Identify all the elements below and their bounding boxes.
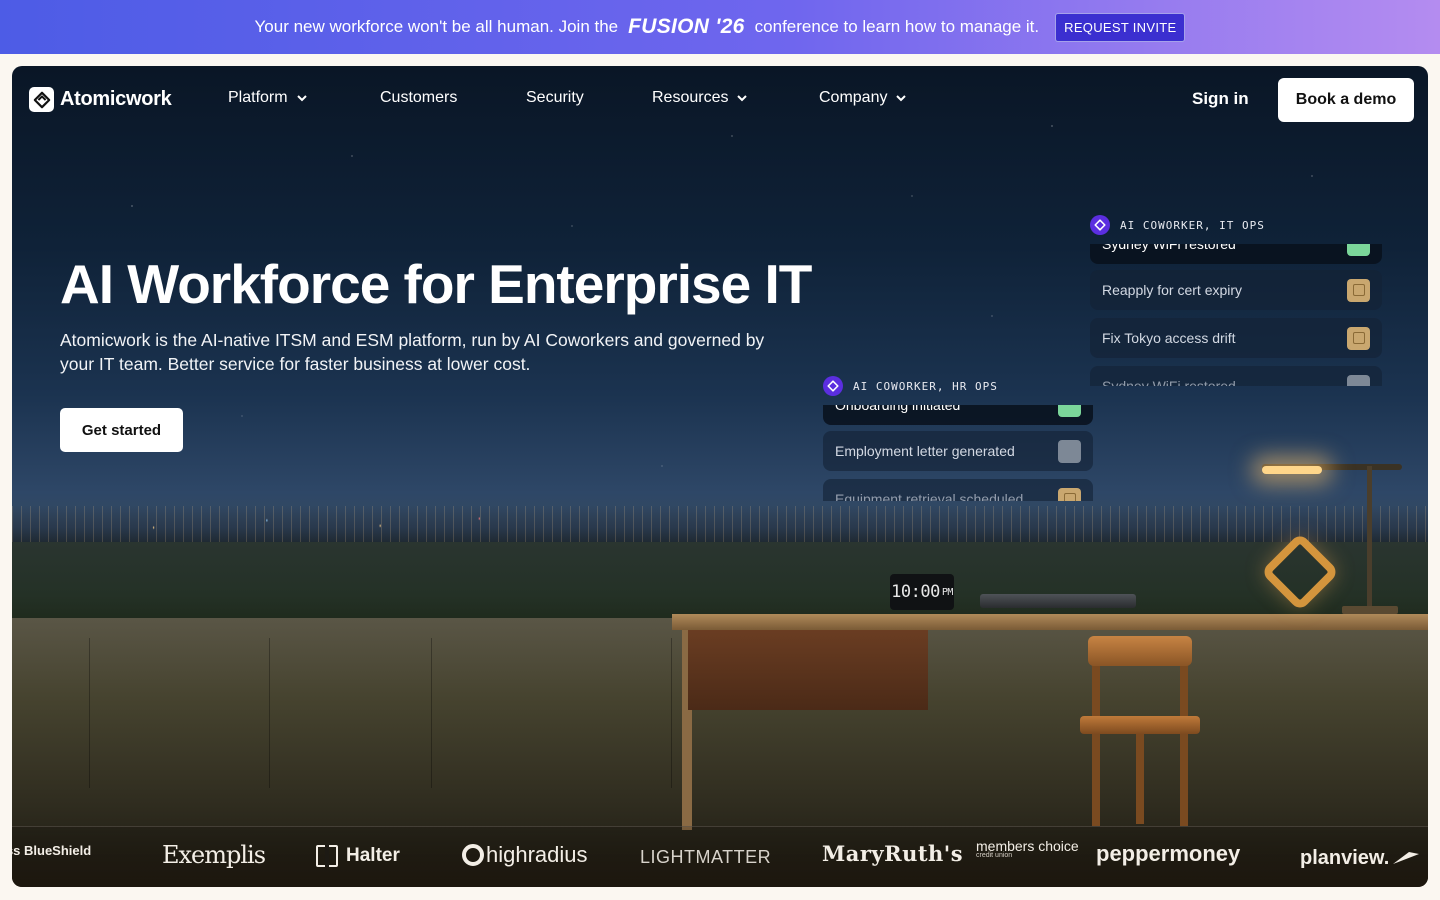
nav-resources[interactable]: Resources: [652, 89, 748, 107]
logo-lightmatter: LIGHTMATTER: [640, 847, 772, 867]
chevron-down-icon: [296, 95, 307, 102]
logo-halter: Halter: [316, 845, 400, 867]
task-row: Equipment retrieval scheduled: [823, 479, 1093, 501]
nav-company-label: Company: [819, 89, 888, 106]
logo-highradius: highradius: [462, 842, 588, 868]
empty-status-icon: [1058, 439, 1081, 463]
coworker-label: AI COWORKER, IT OPS: [1120, 218, 1265, 232]
clock-time: 10:00: [891, 582, 940, 602]
logo-planview-name: planview.: [1300, 847, 1390, 869]
announcement-text-before: Your new workforce won't be all human. J…: [254, 17, 619, 36]
nav-security-label: Security: [526, 89, 584, 106]
logo-peppermoney: peppermoney: [1096, 841, 1241, 866]
task-row: Fix Tokyo access drift: [1090, 318, 1382, 358]
pending-icon: [1347, 278, 1370, 302]
logo-halter-name: Halter: [346, 845, 400, 866]
logo-planview: planview.: [1300, 847, 1420, 870]
lamp-light: [1262, 466, 1322, 474]
request-invite-button[interactable]: REQUEST INVITE: [1055, 12, 1186, 42]
announcement-highlight: FUSION '26: [628, 15, 745, 38]
planview-arrow-icon: [1393, 851, 1420, 864]
laptop: [980, 594, 1136, 608]
chevron-down-icon: [737, 95, 748, 102]
nav-company[interactable]: Company: [819, 89, 907, 107]
coworker-badge-icon: [1090, 215, 1110, 235]
logo-maryruths: MaryRuth's: [822, 841, 964, 866]
brand-logo[interactable]: Atomicwork: [29, 87, 172, 112]
task-row: Sydney WiFi restored: [1090, 244, 1382, 264]
logo-members-choice: members choice credit union: [976, 839, 1079, 860]
nav-platform-label: Platform: [228, 89, 288, 106]
coworker-badge-icon: [823, 376, 843, 396]
task-text: Employment letter generated: [835, 443, 1015, 459]
logo-exemplis: Exemplis: [162, 841, 266, 869]
hero-subtitle: Atomicwork is the AI-native ITSM and ESM…: [60, 330, 765, 374]
lamp-pole: [1367, 466, 1372, 614]
nav-security[interactable]: Security: [526, 89, 584, 107]
nav-platform[interactable]: Platform: [228, 89, 308, 107]
empty-status-icon: [1347, 374, 1370, 386]
chair: [1080, 636, 1200, 836]
logo-highradius-name: highradius: [486, 842, 588, 867]
check-icon: [1347, 244, 1370, 256]
customer-logos-strip: oss BlueShield ta Exemplis Halter highra…: [12, 826, 1428, 887]
task-text: Onboarding initiated: [835, 405, 961, 413]
desk: [672, 614, 1428, 630]
pending-icon: [1058, 487, 1081, 501]
task-text: Equipment retrieval scheduled: [835, 491, 1024, 501]
task-row: Employment letter generated: [823, 431, 1093, 471]
coworker-header: AI COWORKER, HR OPS: [823, 375, 1093, 397]
check-icon: [1058, 405, 1081, 417]
atomicwork-logo-icon: [29, 87, 54, 112]
nav-customers[interactable]: Customers: [380, 89, 457, 107]
book-demo-button[interactable]: Book a demo: [1278, 78, 1414, 122]
coworker-task-list: Sydney WiFi restored Reapply for cert ex…: [1090, 244, 1382, 386]
task-text: Sydney WiFi restored: [1102, 378, 1236, 386]
desk-drawer: [688, 630, 928, 710]
pending-icon: [1347, 326, 1370, 350]
nav-resources-label: Resources: [652, 89, 729, 106]
announcement-text-after: conference to learn how to manage it.: [754, 17, 1040, 36]
announcement-bar: Your new workforce won't be all human. J…: [0, 0, 1440, 54]
coworker-header: AI COWORKER, IT OPS: [1090, 214, 1382, 236]
task-text: Fix Tokyo access drift: [1102, 330, 1236, 346]
chevron-down-icon: [896, 95, 907, 102]
logo-blueshield: oss BlueShield ta: [12, 843, 91, 869]
city-skyline: [12, 506, 1428, 542]
task-row: Sydney WiFi restored: [1090, 366, 1382, 386]
coworker-hr-ops: AI COWORKER, HR OPS Onboarding initiated…: [823, 375, 1093, 501]
nav-customers-label: Customers: [380, 89, 458, 106]
coworker-it-ops: AI COWORKER, IT OPS Sydney WiFi restored…: [1090, 214, 1382, 386]
get-started-button[interactable]: Get started: [60, 408, 183, 452]
top-navigation: Atomicwork Platform Customers Security R…: [12, 66, 1428, 134]
clock-suffix: PM: [941, 586, 954, 598]
hero-section: 10:00 PM Atomicwork Platform Customers Se…: [12, 66, 1428, 887]
sign-in-link[interactable]: Sign in: [1192, 89, 1249, 109]
desk-clock: 10:00 PM: [890, 574, 954, 610]
logo-blueshield-name: oss BlueShield: [12, 843, 92, 858]
hero-title: AI Workforce for Enterprise IT: [60, 253, 812, 315]
halter-logo-icon: [316, 845, 338, 867]
lamp-base: [1342, 606, 1398, 614]
coworker-task-list: Onboarding initiated Employment letter g…: [823, 405, 1093, 501]
task-text: Sydney WiFi restored: [1102, 244, 1236, 252]
task-row: Onboarding initiated: [823, 405, 1093, 425]
brand-name: Atomicwork: [60, 88, 172, 110]
logo-blueshield-sub: ta: [12, 858, 91, 869]
task-row: Reapply for cert expiry: [1090, 270, 1382, 310]
task-text: Reapply for cert expiry: [1102, 282, 1243, 298]
coworker-label: AI COWORKER, HR OPS: [853, 379, 998, 393]
highradius-logo-icon: [462, 844, 484, 866]
